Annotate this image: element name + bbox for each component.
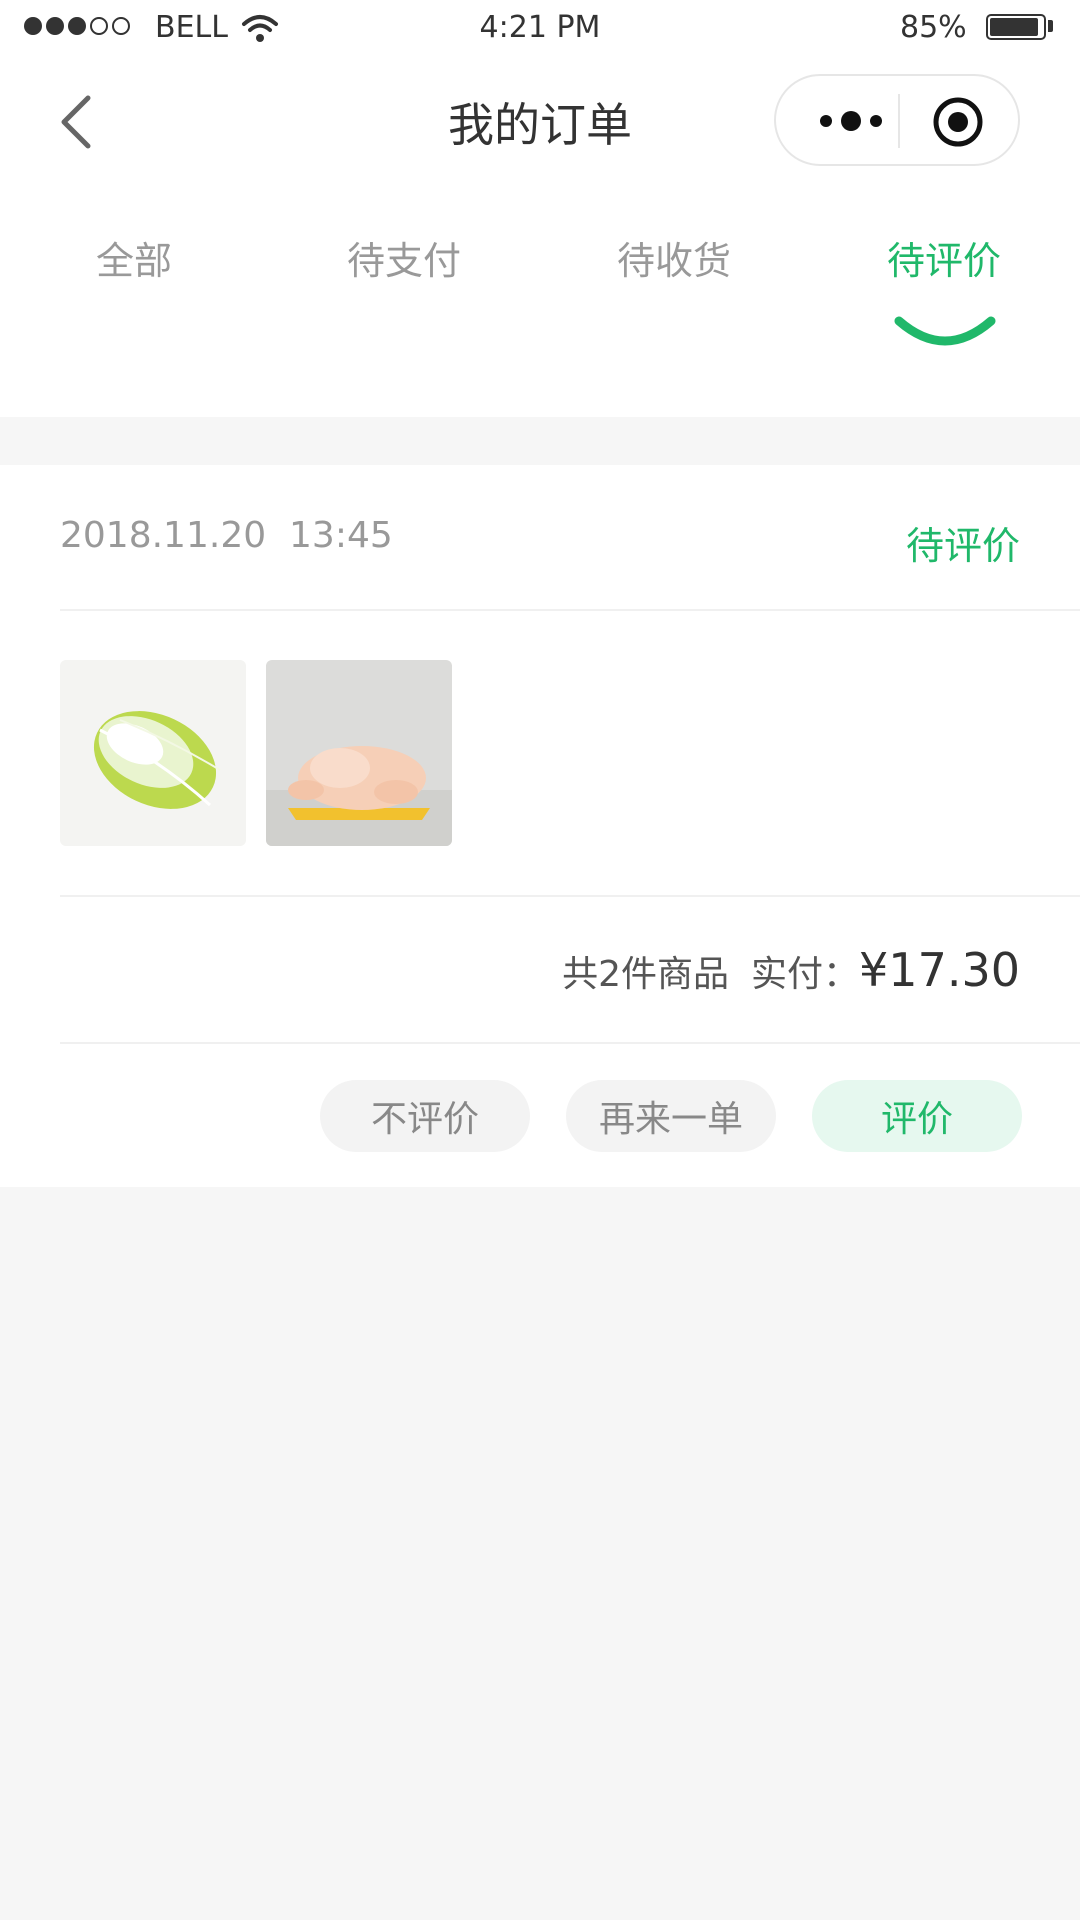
order-status: 待评价 bbox=[905, 524, 1020, 568]
order-summary: 共2件商品 实付： ¥17.30 bbox=[562, 943, 1020, 997]
order-card[interactable]: 2018.11.20 13:45 待评价 共2件商品 实付： ¥17.30 不评… bbox=[0, 465, 1080, 1187]
capsule-divider bbox=[898, 94, 900, 148]
divider bbox=[60, 895, 1080, 897]
order-time: 13:45 bbox=[289, 515, 393, 556]
target-circle-icon[interactable] bbox=[932, 96, 984, 148]
mini-program-capsule bbox=[774, 74, 1020, 166]
order-date: 2018.11.20 bbox=[60, 515, 267, 556]
battery-percentage: 85% bbox=[900, 10, 967, 45]
status-bar: BELL 4:21 PM 85% bbox=[0, 0, 1080, 54]
battery-icon bbox=[986, 14, 1046, 40]
tab-pending-payment[interactable]: 待支付 bbox=[304, 230, 504, 285]
order-datetime: 2018.11.20 13:45 bbox=[60, 515, 393, 556]
battery-tip bbox=[1048, 20, 1053, 32]
tab-pending-review[interactable]: 待评价 bbox=[844, 230, 1044, 285]
paid-amount: ¥17.30 bbox=[859, 943, 1020, 997]
active-tab-indicator bbox=[894, 316, 996, 346]
divider bbox=[60, 1042, 1080, 1044]
paid-label: 实付： bbox=[751, 954, 860, 995]
product-thumbnail-chicken[interactable] bbox=[266, 660, 452, 846]
review-button[interactable]: 评价 bbox=[812, 1080, 1022, 1152]
reorder-button[interactable]: 再来一单 bbox=[566, 1080, 776, 1152]
no-review-button[interactable]: 不评价 bbox=[320, 1080, 530, 1152]
nav-bar: 我的订单 bbox=[0, 54, 1080, 184]
divider bbox=[60, 609, 1080, 611]
tab-pending-receipt[interactable]: 待收货 bbox=[574, 230, 774, 285]
item-count: 共2件商品 bbox=[562, 954, 730, 995]
more-dots-icon[interactable] bbox=[806, 98, 896, 144]
tab-all[interactable]: 全部 bbox=[34, 230, 234, 285]
product-thumbnail-cabbage[interactable] bbox=[60, 660, 246, 846]
